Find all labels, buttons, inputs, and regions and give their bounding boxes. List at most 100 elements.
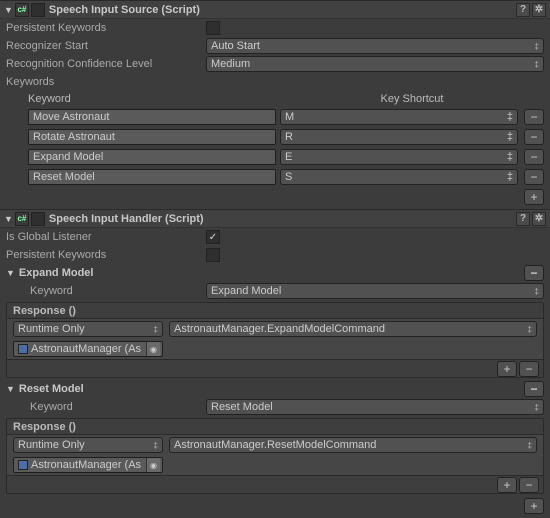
event-entry: AstronautManager (As ◉ — [7, 339, 543, 359]
component-speech-input-source: ▼ c# Speech Input Source (Script) ? ✲ Pe… — [0, 0, 550, 209]
field-label: Is Global Listener — [6, 231, 206, 243]
chevron-down-icon: ‡ — [528, 325, 532, 334]
shortcut-value: E — [285, 151, 292, 163]
script-icon: c# — [15, 3, 29, 17]
keyword-dropdown[interactable]: Expand Model ‡ — [206, 283, 544, 299]
shortcut-dropdown[interactable]: E‡ — [280, 149, 518, 165]
foldout-icon[interactable]: ▼ — [6, 384, 15, 394]
runtime-dropdown[interactable]: Runtime Only ‡ — [13, 321, 163, 337]
foldout-icon[interactable]: ▼ — [4, 5, 13, 15]
foldout-icon[interactable]: ▼ — [6, 268, 15, 278]
keyword-row: Expand Model E‡ − — [0, 147, 550, 167]
keyword-input[interactable]: Expand Model — [28, 149, 276, 165]
sections-button-bar: + — [0, 496, 550, 516]
keywords-button-bar: + — [0, 187, 550, 207]
script-icon: c# — [15, 212, 29, 226]
keyword-row: Move Astronaut M‡ − — [0, 107, 550, 127]
chevron-down-icon: ‡ — [535, 403, 539, 412]
event-button-bar: + − — [7, 359, 543, 377]
method-dropdown[interactable]: AstronautManager.ResetModelCommand ‡ — [169, 437, 537, 453]
keyword-value: Reset Model — [33, 171, 95, 183]
keyword-row: Keyword Expand Model ‡ — [0, 282, 550, 300]
keyword-input[interactable]: Move Astronaut — [28, 109, 276, 125]
event-entry: Runtime Only ‡ AstronautManager.ExpandMo… — [7, 319, 543, 339]
shortcut-dropdown[interactable]: M‡ — [280, 109, 518, 125]
remove-keyword-button[interactable]: − — [524, 109, 544, 125]
event-button-bar: + − — [7, 475, 543, 493]
keywords-label-row: Keywords — [0, 73, 550, 91]
keyword-row: Keyword Reset Model ‡ — [0, 398, 550, 416]
object-value: AstronautManager (As — [31, 343, 146, 355]
runtime-dropdown[interactable]: Runtime Only ‡ — [13, 437, 163, 453]
event-title: Response () — [7, 303, 543, 319]
shortcut-value: R — [285, 131, 293, 143]
response-event: Response () Runtime Only ‡ AstronautMana… — [6, 302, 544, 378]
remove-callback-button[interactable]: − — [519, 477, 539, 493]
remove-section-button[interactable]: − — [524, 381, 544, 397]
section-reset-model[interactable]: ▼ Reset Model − — [0, 380, 550, 398]
keyword-input[interactable]: Reset Model — [28, 169, 276, 185]
field-label: Keywords — [6, 76, 206, 88]
component-enable-checkbox[interactable] — [31, 212, 45, 226]
persistent-keywords-checkbox[interactable] — [206, 21, 220, 35]
event-entry: Runtime Only ‡ AstronautManager.ResetMod… — [7, 435, 543, 455]
help-icon[interactable]: ? — [516, 212, 530, 226]
chevron-down-icon: ‡ — [528, 441, 532, 450]
add-callback-button[interactable]: + — [497, 361, 517, 377]
confidence-dropdown[interactable]: Medium ‡ — [206, 56, 544, 72]
component-header[interactable]: ▼ c# Speech Input Source (Script) ? ✲ — [0, 1, 550, 19]
target-object-field[interactable]: AstronautManager (As ◉ — [13, 341, 163, 357]
keyword-input[interactable]: Rotate Astronaut — [28, 129, 276, 145]
persistent-keywords-row: Persistent Keywords — [0, 246, 550, 264]
shortcut-dropdown[interactable]: S‡ — [280, 169, 518, 185]
remove-callback-button[interactable]: − — [519, 361, 539, 377]
persistent-keywords-checkbox[interactable] — [206, 248, 220, 262]
section-expand-model[interactable]: ▼ Expand Model − — [0, 264, 550, 282]
chevron-down-icon: ‡ — [154, 441, 158, 450]
chevron-down-icon: ‡ — [507, 151, 513, 163]
foldout-icon[interactable]: ▼ — [4, 214, 13, 224]
remove-keyword-button[interactable]: − — [524, 129, 544, 145]
chevron-down-icon: ‡ — [507, 111, 513, 123]
help-icon[interactable]: ? — [516, 3, 530, 17]
check-icon: ✓ — [209, 232, 217, 243]
add-section-button[interactable]: + — [524, 498, 544, 514]
target-object-field[interactable]: AstronautManager (As ◉ — [13, 457, 163, 473]
chevron-down-icon: ‡ — [535, 287, 539, 296]
remove-keyword-button[interactable]: − — [524, 169, 544, 185]
confidence-row: Recognition Confidence Level Medium ‡ — [0, 55, 550, 73]
global-listener-row: Is Global Listener ✓ — [0, 228, 550, 246]
keyword-row: Reset Model S‡ − — [0, 167, 550, 187]
global-listener-checkbox[interactable]: ✓ — [206, 230, 220, 244]
remove-section-button[interactable]: − — [524, 265, 544, 281]
section-title: Reset Model — [19, 383, 522, 395]
dropdown-value: AstronautManager.ExpandModelCommand — [174, 323, 385, 335]
field-label: Recognizer Start — [6, 40, 206, 52]
component-header[interactable]: ▼ c# Speech Input Handler (Script) ? ✲ — [0, 210, 550, 228]
dropdown-value: Auto Start — [211, 40, 260, 52]
remove-keyword-button[interactable]: − — [524, 149, 544, 165]
field-label: Keyword — [6, 401, 206, 413]
field-label: Persistent Keywords — [6, 249, 206, 261]
keyword-row: Rotate Astronaut R‡ − — [0, 127, 550, 147]
keyword-value: Rotate Astronaut — [33, 131, 115, 143]
keyword-column-header: Keyword — [28, 93, 280, 105]
section-title: Expand Model — [19, 267, 522, 279]
method-dropdown[interactable]: AstronautManager.ExpandModelCommand ‡ — [169, 321, 537, 337]
dropdown-value: Expand Model — [211, 285, 281, 297]
object-picker-icon[interactable]: ◉ — [146, 342, 160, 356]
dropdown-value: Reset Model — [211, 401, 273, 413]
gear-icon[interactable]: ✲ — [532, 3, 546, 17]
add-keyword-button[interactable]: + — [524, 189, 544, 205]
field-label: Keyword — [6, 285, 206, 297]
keyword-dropdown[interactable]: Reset Model ‡ — [206, 399, 544, 415]
object-picker-icon[interactable]: ◉ — [146, 458, 160, 472]
component-enable-checkbox[interactable] — [31, 3, 45, 17]
add-callback-button[interactable]: + — [497, 477, 517, 493]
persistent-keywords-row: Persistent Keywords — [0, 19, 550, 37]
recognizer-start-dropdown[interactable]: Auto Start ‡ — [206, 38, 544, 54]
gear-icon[interactable]: ✲ — [532, 212, 546, 226]
chevron-down-icon: ‡ — [535, 42, 539, 51]
shortcut-value: M — [285, 111, 294, 123]
shortcut-dropdown[interactable]: R‡ — [280, 129, 518, 145]
